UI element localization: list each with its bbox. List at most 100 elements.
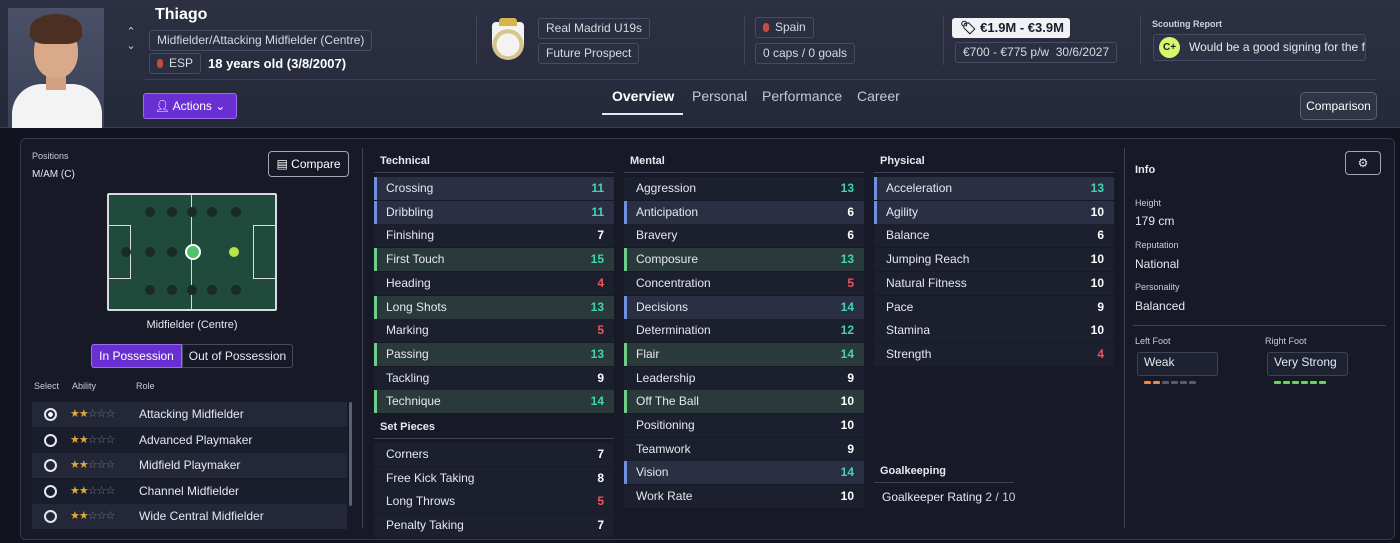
out-of-possession-toggle[interactable]: Out of Possession bbox=[182, 344, 293, 368]
role-row[interactable]: ★★☆☆☆ Advanced Playmaker bbox=[32, 427, 347, 453]
attribute-value: 14 bbox=[590, 394, 604, 409]
attribute-row[interactable]: Positioning 10 bbox=[624, 414, 864, 437]
active-tab-indicator bbox=[602, 113, 683, 115]
attribute-row[interactable]: Agility 10 bbox=[874, 200, 1114, 224]
nationality-pill[interactable]: Spain bbox=[755, 17, 814, 38]
attribute-row[interactable]: Composure 13 bbox=[624, 248, 864, 272]
actions-button[interactable]: 👤︎ Actions ⌄ bbox=[143, 93, 237, 119]
role-stars: ★★☆☆☆ bbox=[70, 510, 115, 522]
attribute-name: Aggression bbox=[636, 181, 697, 195]
attribute-row[interactable]: Crossing 11 bbox=[374, 177, 614, 200]
attribute-row[interactable]: Anticipation 6 bbox=[624, 200, 864, 224]
role-radio[interactable] bbox=[44, 433, 57, 447]
roles-scrollbar[interactable] bbox=[349, 402, 352, 506]
attribute-row[interactable]: Natural Fitness 10 bbox=[874, 271, 1114, 295]
attribute-name: Decisions bbox=[636, 299, 689, 314]
highlight-bar bbox=[624, 390, 627, 414]
role-row[interactable]: ★★☆☆☆ Attacking Midfielder bbox=[32, 402, 347, 427]
attribute-row[interactable]: Pace 9 bbox=[874, 295, 1114, 319]
attribute-name: Agility bbox=[886, 204, 919, 219]
highlight-bar bbox=[874, 200, 877, 224]
highlight-bar bbox=[374, 342, 377, 366]
attribute-row[interactable]: Concentration 5 bbox=[624, 271, 864, 295]
positions-value: M/AM (C) bbox=[32, 169, 75, 180]
attribute-name: Work Rate bbox=[636, 489, 693, 504]
attribute-row[interactable]: Aggression 13 bbox=[624, 177, 864, 200]
tab-personal[interactable]: Personal bbox=[692, 88, 747, 104]
attribute-name: Long Shots bbox=[386, 299, 447, 314]
prev-next-player-arrows[interactable]: ⌃ ⌄ bbox=[124, 25, 138, 53]
attribute-row[interactable]: Technique 14 bbox=[374, 390, 614, 414]
role-radio[interactable] bbox=[44, 484, 57, 498]
in-possession-toggle[interactable]: In Possession bbox=[91, 344, 182, 368]
attribute-row[interactable]: Strength 4 bbox=[874, 342, 1114, 366]
highlight-bar bbox=[624, 248, 627, 272]
info-settings-button[interactable]: ⚙︎ bbox=[1345, 151, 1381, 175]
nationality-label: Spain bbox=[775, 20, 806, 34]
attribute-row[interactable]: Decisions 14 bbox=[624, 295, 864, 319]
role-row[interactable]: ★★☆☆☆ Wide Central Midfielder bbox=[32, 504, 347, 529]
attribute-row[interactable]: Passing 13 bbox=[374, 342, 614, 366]
attribute-value: 11 bbox=[591, 181, 604, 195]
attribute-row[interactable]: Jumping Reach 10 bbox=[874, 248, 1114, 272]
comparison-button[interactable]: Comparison bbox=[1300, 92, 1377, 120]
attribute-value: 8 bbox=[597, 470, 604, 485]
gk-rating-value: 2 / 10 bbox=[985, 490, 1016, 504]
attribute-row[interactable]: Dribbling 11 bbox=[374, 200, 614, 224]
compare-button[interactable]: ▤ Compare bbox=[268, 151, 349, 177]
tab-career[interactable]: Career bbox=[857, 88, 900, 104]
attribute-value: 9 bbox=[847, 370, 854, 385]
attribute-row[interactable]: Long Shots 13 bbox=[374, 295, 614, 319]
tab-overview[interactable]: Overview bbox=[612, 88, 674, 104]
tab-performance[interactable]: Performance bbox=[762, 88, 842, 104]
attribute-row[interactable]: Marking 5 bbox=[374, 319, 614, 343]
attribute-row[interactable]: Stamina 10 bbox=[874, 319, 1114, 343]
attribute-value: 12 bbox=[840, 323, 854, 338]
goalkeeping-title: Goalkeeping bbox=[880, 465, 947, 477]
physical-title: Physical bbox=[880, 155, 925, 167]
attribute-row[interactable]: Teamwork 9 bbox=[624, 437, 864, 461]
highlight-bar bbox=[374, 200, 377, 224]
attribute-row[interactable]: Bravery 6 bbox=[624, 224, 864, 248]
role-radio[interactable] bbox=[44, 459, 57, 472]
highlight-bar bbox=[624, 461, 627, 485]
attribute-row[interactable]: Acceleration 13 bbox=[874, 177, 1114, 200]
attribute-row[interactable]: First Touch 15 bbox=[374, 248, 614, 272]
contract-label: 30/6/2027 bbox=[1055, 45, 1110, 59]
attribute-name: Crossing bbox=[386, 181, 434, 195]
attribute-row[interactable]: Long Throws 5 bbox=[374, 490, 614, 514]
attribute-row[interactable]: Work Rate 10 bbox=[624, 485, 864, 509]
attribute-name: Pace bbox=[886, 299, 914, 314]
attribute-row[interactable]: Flair 14 bbox=[624, 342, 864, 366]
attribute-value: 5 bbox=[597, 494, 604, 509]
attribute-row[interactable]: Off The Ball 10 bbox=[624, 390, 864, 414]
pitch-role-name: Midfielder (Centre) bbox=[146, 319, 238, 331]
attribute-name: Penalty Taking bbox=[386, 518, 464, 533]
attribute-row[interactable]: Heading 4 bbox=[374, 271, 614, 295]
scouting-report-box[interactable]: Would be a good signing for the fu... bbox=[1153, 34, 1366, 61]
role-row[interactable]: ★★☆☆☆ Channel Midfielder bbox=[32, 478, 347, 504]
right-foot-box: Very Strong bbox=[1267, 352, 1348, 384]
status-pill: Future Prospect bbox=[538, 43, 640, 64]
height-label: Height bbox=[1135, 198, 1162, 208]
role-radio[interactable] bbox=[44, 408, 57, 421]
attribute-name: Concentration bbox=[636, 275, 711, 290]
attribute-row[interactable]: Leadership 9 bbox=[624, 366, 864, 390]
attribute-value: 15 bbox=[590, 252, 604, 267]
player-name: Thiago bbox=[155, 6, 208, 23]
attribute-name: Technique bbox=[386, 394, 441, 409]
role-row[interactable]: ★★☆☆☆ Midfield Playmaker bbox=[32, 453, 347, 478]
club-pill[interactable]: Real Madrid U19s bbox=[538, 18, 651, 39]
nation-pill[interactable]: ESP bbox=[149, 53, 201, 74]
attribute-row[interactable]: Balance 6 bbox=[874, 224, 1114, 248]
attribute-row[interactable]: Tackling 9 bbox=[374, 366, 614, 390]
attribute-row[interactable]: Determination 12 bbox=[624, 319, 864, 343]
attribute-row[interactable]: Finishing 7 bbox=[374, 224, 614, 248]
club-crest-icon[interactable] bbox=[492, 18, 524, 60]
attribute-row[interactable]: Free Kick Taking 8 bbox=[374, 466, 614, 490]
attribute-row[interactable]: Penalty Taking 7 bbox=[374, 514, 614, 538]
role-radio[interactable] bbox=[44, 510, 57, 523]
attribute-row[interactable]: Vision 14 bbox=[624, 461, 864, 485]
attribute-row[interactable]: Corners 7 bbox=[374, 443, 614, 466]
attribute-name: Strength bbox=[886, 346, 932, 361]
